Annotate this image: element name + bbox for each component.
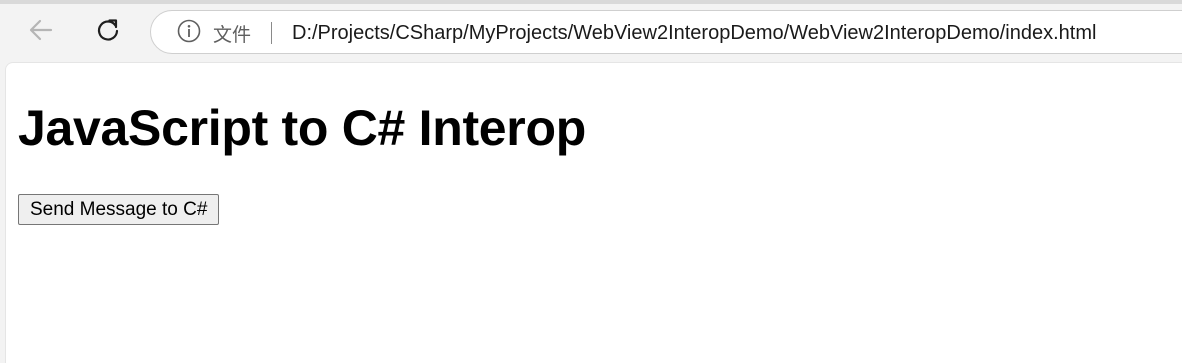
site-info-label: 文件 (213, 23, 252, 46)
back-button[interactable] (21, 12, 61, 52)
browser-toolbar: 文件 D:/Projects/CSharp/MyProjects/WebView… (0, 4, 1182, 62)
reload-button[interactable] (88, 12, 128, 52)
address-divider (271, 22, 272, 44)
arrow-left-icon (27, 16, 55, 49)
site-info-button[interactable]: 文件 (177, 19, 252, 48)
page-viewport: JavaScript to C# Interop Send Message to… (5, 62, 1182, 363)
browser-window: 文件 D:/Projects/CSharp/MyProjects/WebView… (0, 0, 1182, 363)
url-text[interactable]: D:/Projects/CSharp/MyProjects/WebView2In… (292, 21, 1096, 45)
send-message-button[interactable]: Send Message to C# (18, 194, 220, 225)
info-circle-icon (177, 19, 201, 48)
reload-icon (94, 16, 122, 49)
address-bar[interactable]: 文件 D:/Projects/CSharp/MyProjects/WebView… (150, 10, 1182, 54)
page-heading: JavaScript to C# Interop (18, 100, 586, 156)
